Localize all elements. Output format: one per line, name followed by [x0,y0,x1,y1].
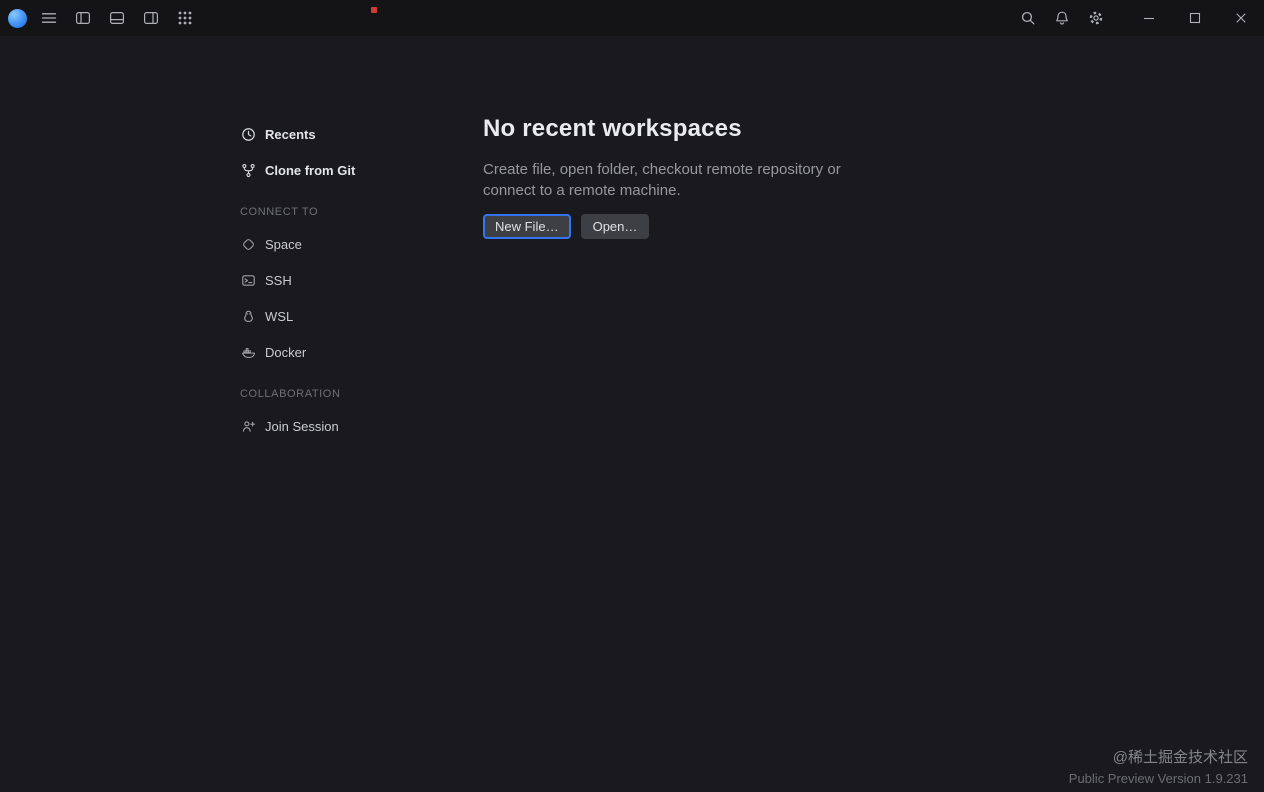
red-pixel-artifact [371,7,377,13]
panel-right-icon[interactable] [139,6,163,30]
sidebar-item-docker[interactable]: Docker [240,340,450,364]
sidebar-item-recents[interactable]: Recents [240,122,450,146]
person-plus-icon [240,418,256,434]
sidebar-item-join-session[interactable]: Join Session [240,414,450,438]
sidebar-item-space[interactable]: Space [240,232,450,256]
main-content: No recent workspaces Create file, open f… [483,112,943,239]
sidebar-item-label: Recents [265,126,316,142]
linux-penguin-icon [240,308,256,324]
titlebar-left-group [6,6,197,30]
terminal-icon [240,272,256,288]
clock-icon [240,126,256,142]
page-title: No recent workspaces [483,115,742,142]
close-icon[interactable] [1224,6,1258,30]
maximize-icon[interactable] [1178,6,1212,30]
space-logo-icon [240,236,256,252]
docker-whale-icon [240,344,256,360]
app-window: Recents Clone from Git CONNECT TO Space … [0,0,1264,792]
sidebar-item-label: Docker [265,344,307,360]
section-header-connect-to: CONNECT TO [240,206,319,218]
panel-bottom-icon[interactable] [105,6,129,30]
minimize-icon[interactable] [1132,6,1166,30]
sidebar-item-label: Space [265,236,302,252]
sidebar-item-label: Join Session [265,418,339,434]
sidebar-item-label: Clone from Git [265,162,356,178]
page-description: Create file, open folder, checkout remot… [483,161,841,199]
action-buttons: New File… Open… [483,214,943,239]
apps-grid-icon[interactable] [173,6,197,30]
gear-icon[interactable] [1084,6,1108,30]
footer: @稀土掘金技术社区 Public Preview Version 1.9.231 [1069,746,1248,786]
new-file-button[interactable]: New File… [483,214,571,239]
titlebar-right-group [1016,6,1258,30]
app-logo-icon[interactable] [8,8,27,28]
welcome-sidebar: Recents Clone from Git CONNECT TO Space … [240,122,450,450]
watermark-text: @稀土掘金技术社区 [1112,749,1248,766]
sidebar-item-label: WSL [265,308,294,324]
git-fork-icon [240,162,256,178]
sidebar-item-wsl[interactable]: WSL [240,304,450,328]
sidebar-item-clone-from-git[interactable]: Clone from Git [240,158,450,182]
panel-left-icon[interactable] [71,6,95,30]
section-header-collaboration: COLLABORATION [240,388,341,400]
version-label: Public Preview Version 1.9.231 [1068,771,1248,786]
window-controls [1132,6,1258,30]
sidebar-item-ssh[interactable]: SSH [240,268,450,292]
titlebar [0,0,1264,36]
menu-icon[interactable] [37,6,61,30]
bell-icon[interactable] [1050,6,1074,30]
search-icon[interactable] [1016,6,1040,30]
open-button[interactable]: Open… [580,214,650,239]
sidebar-item-label: SSH [265,272,292,288]
